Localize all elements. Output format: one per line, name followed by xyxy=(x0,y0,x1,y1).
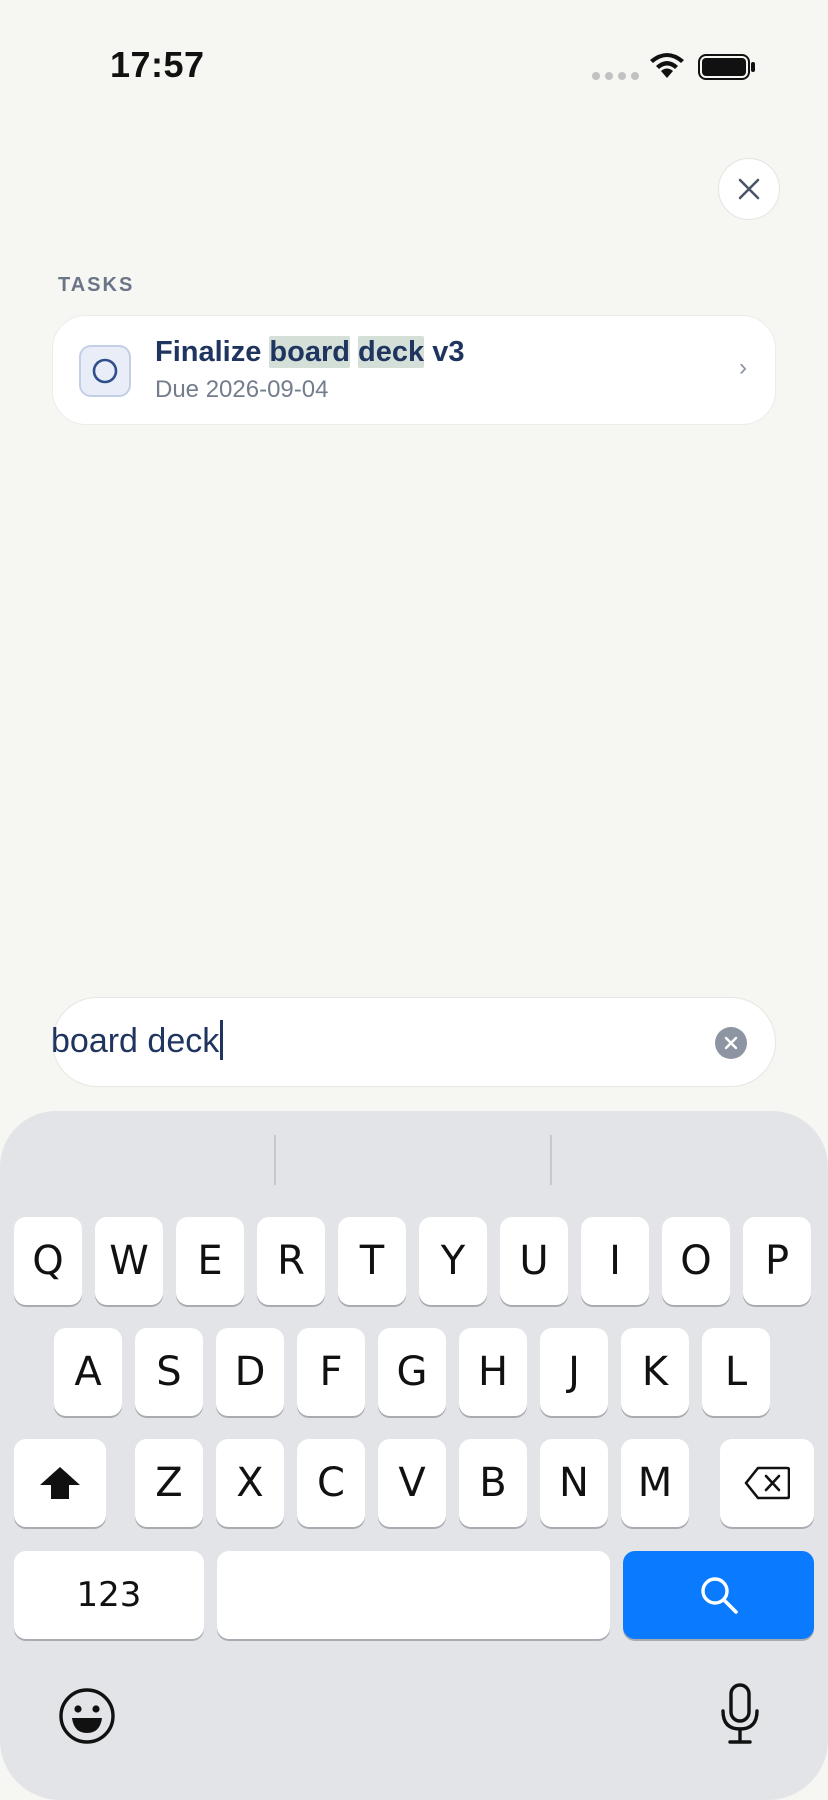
circle-icon xyxy=(92,358,118,384)
task-result-row[interactable]: Finalize board deck v3 Due 2026-09-04 › xyxy=(52,315,776,425)
shift-icon xyxy=(40,1467,80,1499)
key-o[interactable]: O xyxy=(662,1217,730,1305)
key-u[interactable]: U xyxy=(500,1217,568,1305)
key-w[interactable]: W xyxy=(95,1217,163,1305)
battery-icon xyxy=(698,54,755,80)
key-l[interactable]: L xyxy=(702,1328,770,1416)
keyboard: Q W E R T Y U I O P A S D F G H J K L Z … xyxy=(0,1111,828,1800)
key-r[interactable]: R xyxy=(257,1217,325,1305)
key-t[interactable]: T xyxy=(338,1217,406,1305)
key-c[interactable]: C xyxy=(297,1439,365,1527)
key-y[interactable]: Y xyxy=(419,1217,487,1305)
key-m[interactable]: M xyxy=(621,1439,689,1527)
search-input[interactable]: board deck xyxy=(51,1020,224,1061)
close-icon xyxy=(738,178,760,200)
task-title-part: Finalize xyxy=(155,336,270,368)
search-field[interactable]: board deck xyxy=(51,997,776,1087)
emoji-icon[interactable] xyxy=(58,1687,116,1745)
backspace-key[interactable] xyxy=(720,1439,814,1527)
close-button[interactable] xyxy=(718,158,780,220)
key-g[interactable]: G xyxy=(378,1328,446,1416)
search-icon xyxy=(700,1577,738,1614)
task-title-part xyxy=(350,336,358,368)
task-due-date: Due 2026-09-04 xyxy=(155,376,329,403)
shift-key[interactable] xyxy=(14,1439,106,1527)
clear-search-button[interactable] xyxy=(715,1027,747,1059)
key-e[interactable]: E xyxy=(176,1217,244,1305)
key-v[interactable]: V xyxy=(378,1439,446,1527)
key-a[interactable]: A xyxy=(54,1328,122,1416)
text-cursor xyxy=(220,1020,224,1060)
key-p[interactable]: P xyxy=(743,1217,811,1305)
space-key[interactable] xyxy=(217,1551,610,1639)
section-header-tasks: TASKS xyxy=(58,274,135,296)
cellular-signal-icon xyxy=(592,72,639,80)
status-time: 17:57 xyxy=(110,44,205,85)
task-title: Finalize board deck v3 xyxy=(155,336,464,369)
search-key[interactable] xyxy=(623,1551,814,1639)
key-b[interactable]: B xyxy=(459,1439,527,1527)
key-x[interactable]: X xyxy=(216,1439,284,1527)
key-f[interactable]: F xyxy=(297,1328,365,1416)
key-q[interactable]: Q xyxy=(14,1217,82,1305)
wifi-icon xyxy=(650,53,684,78)
search-match-highlight: deck xyxy=(358,336,425,368)
key-k[interactable]: K xyxy=(621,1328,689,1416)
task-status-icon[interactable] xyxy=(79,345,131,397)
key-s[interactable]: S xyxy=(135,1328,203,1416)
task-title-part: v3 xyxy=(424,336,465,368)
key-i[interactable]: I xyxy=(581,1217,649,1305)
backspace-icon xyxy=(744,1466,790,1500)
suggestion-divider xyxy=(550,1135,552,1185)
key-n[interactable]: N xyxy=(540,1439,608,1527)
microphone-icon[interactable] xyxy=(718,1683,762,1745)
chevron-right-icon: › xyxy=(739,354,747,381)
key-z[interactable]: Z xyxy=(135,1439,203,1527)
key-h[interactable]: H xyxy=(459,1328,527,1416)
suggestion-divider xyxy=(274,1135,276,1185)
status-bar: 17:57 xyxy=(0,0,828,120)
numbers-key[interactable]: 123 xyxy=(14,1551,204,1639)
key-d[interactable]: D xyxy=(216,1328,284,1416)
clear-icon xyxy=(724,1036,738,1050)
search-query-text: board deck xyxy=(51,1022,220,1060)
search-match-highlight: board xyxy=(269,336,350,368)
key-j[interactable]: J xyxy=(540,1328,608,1416)
